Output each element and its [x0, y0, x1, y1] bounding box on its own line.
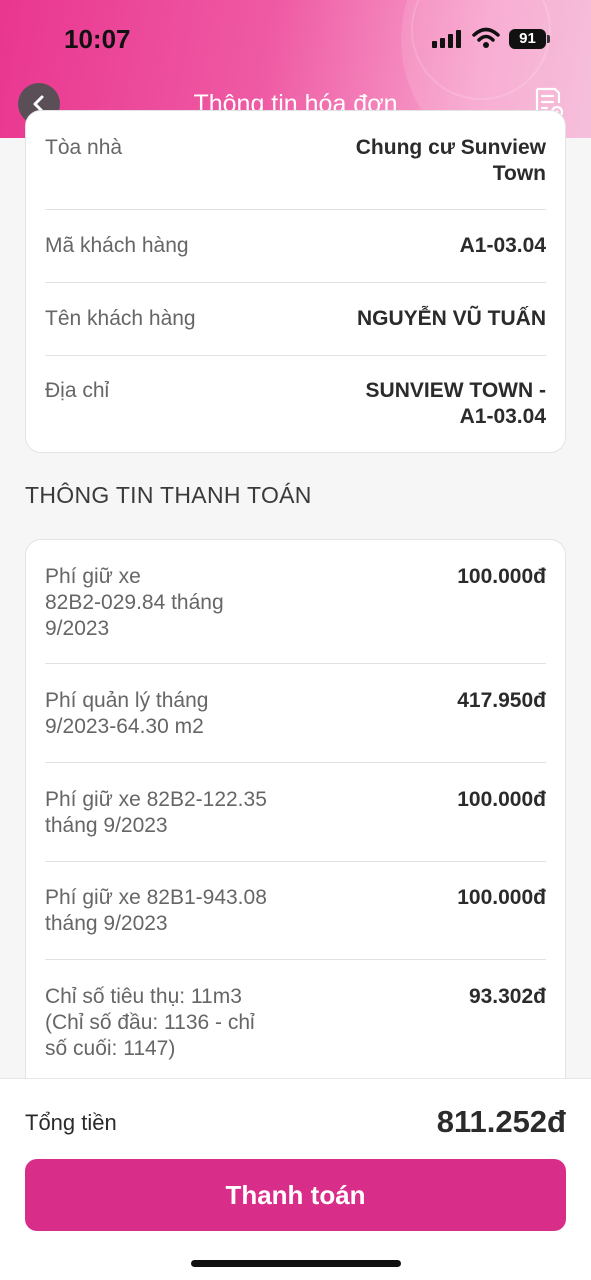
wifi-icon: [472, 27, 500, 48]
payment-items-card: Phí giữ xe 82B2-029.84 tháng 9/2023 100.…: [25, 539, 566, 1099]
divider: [45, 282, 546, 283]
divider: [45, 762, 546, 763]
divider: [45, 861, 546, 862]
info-value: A1-03.04: [459, 234, 546, 257]
payment-item-amount: 100.000đ: [457, 565, 546, 588]
payment-item-amount: 100.000đ: [457, 788, 546, 811]
payment-item-amount: 93.302đ: [468, 985, 546, 1008]
info-label: Tên khách hàng: [45, 307, 196, 330]
divider: [45, 959, 546, 960]
payment-item: Phí giữ xe 82B2-029.84 tháng 9/2023 100.…: [45, 564, 546, 642]
payment-item: Phí quản lý tháng 9/2023-64.30 m2 417.95…: [45, 688, 546, 740]
customer-info-card: Tòa nhà Chung cư Sunview Town Mã khách h…: [25, 110, 566, 453]
payment-section-title: THÔNG TIN THANH TOÁN: [25, 482, 312, 508]
payment-item-label: Chỉ số tiêu thụ: 11m3 (Chỉ số đầu: 1136 …: [45, 985, 255, 1060]
total-label: Tổng tiền: [25, 1110, 117, 1135]
total-value: 811.252đ: [436, 1104, 566, 1139]
divider: [45, 209, 546, 210]
info-value: NGUYỄN VŨ TUẤN: [356, 307, 546, 330]
info-value: SUNVIEW TOWN - A1-03.04: [365, 379, 546, 428]
payment-item-amount: 417.950đ: [457, 689, 546, 712]
payment-item-amount: 100.000đ: [457, 886, 546, 909]
info-row-building: Tòa nhà Chung cư Sunview Town: [45, 135, 546, 187]
info-row-customer-name: Tên khách hàng NGUYỄN VŨ TUẤN: [45, 306, 546, 332]
payment-item: Phí giữ xe 82B2-122.35 tháng 9/2023 100.…: [45, 787, 546, 839]
divider: [45, 663, 546, 664]
payment-item-label: Phí quản lý tháng 9/2023-64.30 m2: [45, 689, 209, 738]
signal-icon: [432, 30, 462, 48]
payment-item: Phí giữ xe 82B1-943.08 tháng 9/2023 100.…: [45, 885, 546, 937]
home-indicator[interactable]: [191, 1260, 401, 1267]
status-time: 10:07: [64, 24, 131, 54]
battery-tip: [547, 35, 550, 43]
divider: [45, 355, 546, 356]
info-label: Mã khách hàng: [45, 234, 189, 257]
battery-icon: 91: [509, 29, 546, 49]
info-row-address: Địa chỉ SUNVIEW TOWN - A1-03.04: [45, 378, 546, 430]
info-row-customer-code: Mã khách hàng A1-03.04: [45, 233, 546, 259]
payment-item-label: Phí giữ xe 82B2-122.35 tháng 9/2023: [45, 788, 267, 837]
payment-item-label: Phí giữ xe 82B1-943.08 tháng 9/2023: [45, 886, 267, 935]
info-label: Tòa nhà: [45, 136, 123, 159]
payment-item: Chỉ số tiêu thụ: 11m3 (Chỉ số đầu: 1136 …: [45, 984, 546, 1062]
info-label: Địa chỉ: [45, 379, 110, 402]
payment-item-label: Phí giữ xe 82B2-029.84 tháng 9/2023: [45, 565, 224, 640]
info-value: Chung cư Sunview Town: [355, 136, 546, 185]
pay-button[interactable]: Thanh toán: [25, 1159, 566, 1231]
